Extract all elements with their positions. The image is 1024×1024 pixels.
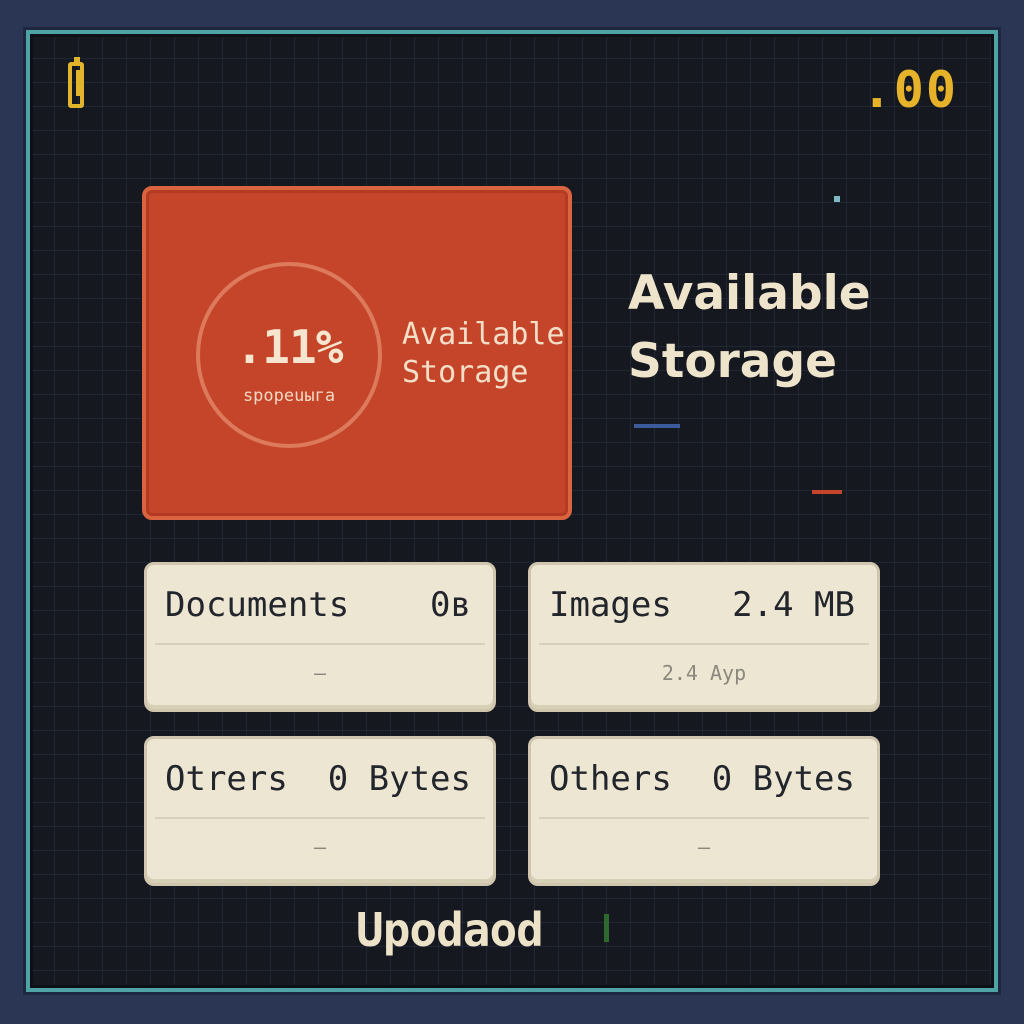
tile-detail: – <box>697 835 711 859</box>
decorative-dash <box>834 196 840 202</box>
tile-name: Images <box>549 585 672 625</box>
tile-divider <box>539 643 869 645</box>
tile-name: Documents <box>165 585 350 625</box>
category-tile-others[interactable]: Others 0 Bytes – <box>528 736 880 886</box>
usage-percent: .11% <box>235 320 344 374</box>
storage-summary-card[interactable]: .11% spoреuыга Available Storage <box>142 186 572 520</box>
upload-button[interactable]: Upodaod <box>356 900 544 960</box>
tile-size: 0 Bytes <box>711 759 855 799</box>
usage-caption: spoреuыга <box>242 386 336 406</box>
tile-name: Otrers <box>165 759 288 799</box>
app-screen: .00 .11% spoреuыга Available Storage Ava… <box>26 30 998 992</box>
category-tile-otrers[interactable]: Otrers 0 Bytes – <box>144 736 496 886</box>
usage-ring: .11% spoреuыга <box>196 262 382 448</box>
decorative-dash <box>634 424 680 428</box>
category-tile-documents[interactable]: Documents 0в – <box>144 562 496 712</box>
tile-divider <box>155 817 485 819</box>
decorative-dash <box>812 490 842 494</box>
page-title: Available Storage <box>628 266 871 389</box>
tile-size: 0 Bytes <box>327 759 471 799</box>
text-cursor <box>604 914 609 942</box>
tile-name: Others <box>549 759 672 799</box>
category-tile-images[interactable]: Images 2.4 MB 2.4 Ayp <box>528 562 880 712</box>
card-label: Available Storage <box>402 317 565 390</box>
time-readout: .00 <box>861 61 958 119</box>
tile-size: 0в <box>430 585 471 625</box>
tile-divider <box>539 817 869 819</box>
tile-detail: – <box>313 661 327 685</box>
battery-icon <box>68 57 84 108</box>
device-frame: .00 .11% spoреuыга Available Storage Ava… <box>0 0 1024 1024</box>
tile-detail: 2.4 Ayp <box>661 661 747 685</box>
tile-detail: – <box>313 835 327 859</box>
tile-size: 2.4 MB <box>732 585 855 625</box>
tile-divider <box>155 643 485 645</box>
